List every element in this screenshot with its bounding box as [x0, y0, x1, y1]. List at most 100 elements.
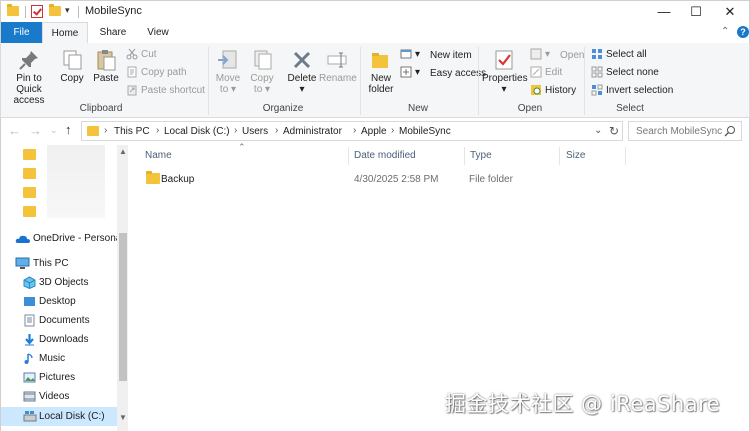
nav-item-onedrive[interactable]: OneDrive - Persona [1, 229, 121, 248]
back-arrow-icon[interactable]: ← [8, 123, 21, 138]
refresh-icon[interactable]: ↻ [609, 124, 619, 138]
properties-quick-access-icon[interactable] [31, 5, 43, 18]
chevron-right-icon[interactable]: › [234, 125, 237, 136]
customize-quick-access-icon[interactable]: ▾ [65, 5, 70, 16]
tab-file[interactable]: File [1, 22, 42, 43]
edit-label: Edit [545, 67, 563, 78]
document-icon [24, 314, 35, 327]
column-divider[interactable] [559, 147, 560, 165]
nav-label: Videos [39, 391, 70, 402]
folder-icon[interactable] [23, 168, 36, 179]
file-name: Backup [161, 174, 195, 185]
properties-button[interactable]: Properties ▾ [482, 49, 528, 95]
search-input[interactable]: Search MobileSync [636, 126, 722, 137]
copy-label: Copy [60, 73, 84, 84]
recent-locations-icon[interactable]: ⌄ [50, 125, 58, 136]
forward-arrow-icon[interactable]: → [29, 123, 42, 138]
nav-item-music[interactable]: Music [1, 349, 117, 368]
column-divider[interactable] [625, 147, 626, 165]
breadcrumb-administrator[interactable]: Administrator [283, 126, 342, 137]
breadcrumb-local-disk[interactable]: Local Disk (C:) [164, 126, 230, 137]
nav-item-3d-objects[interactable]: 3D Objects [1, 273, 117, 292]
folder-icon[interactable] [23, 206, 36, 217]
nav-item-desktop[interactable]: Desktop [1, 292, 117, 311]
help-icon[interactable]: ? [737, 26, 749, 38]
rename-button[interactable]: Rename [319, 49, 357, 84]
table-row[interactable]: Backup 4/30/2025 2:58 PM File folder [138, 169, 698, 189]
breadcrumb-apple[interactable]: Apple [361, 126, 387, 137]
address-bar[interactable]: › This PC › Local Disk (C:) › Users › Ad… [81, 121, 623, 141]
scroll-thumb[interactable] [119, 233, 127, 381]
address-dropdown-icon[interactable]: ⌄ [594, 125, 602, 136]
select-group-label: Select [616, 103, 644, 114]
column-divider[interactable] [348, 147, 349, 165]
chevron-right-icon[interactable]: › [391, 125, 394, 136]
pin-to-quick-access-button[interactable]: Pin to Quick access [3, 49, 55, 106]
history-label: History [545, 85, 577, 96]
tab-home[interactable]: Home [42, 22, 88, 43]
breadcrumb-mobilesync[interactable]: MobileSync [399, 126, 451, 137]
column-header-size[interactable]: Size [566, 150, 585, 161]
delete-dropdown-icon[interactable]: ▾ [286, 84, 318, 95]
copy-icon [63, 50, 82, 70]
move-to-button[interactable]: Move to ▾ [213, 49, 243, 95]
copy-button[interactable]: Copy [58, 49, 86, 84]
open-group-label: Open [517, 103, 543, 114]
up-arrow-icon[interactable]: ↑ [65, 122, 72, 137]
move-to-icon [218, 50, 237, 69]
paste-icon [97, 50, 116, 71]
title-bar: ▾ MobileSync — ☐ ✕ [0, 0, 750, 22]
nav-item-downloads[interactable]: Downloads [1, 330, 117, 349]
new-folder-button[interactable]: New folder [365, 49, 397, 95]
nav-item-documents[interactable]: Documents [1, 311, 117, 330]
video-icon [23, 391, 36, 402]
delete-button[interactable]: Delete ▾ [286, 49, 318, 95]
column-divider[interactable] [464, 147, 465, 165]
new-folder-label-line2: folder [368, 84, 394, 95]
nav-item-pictures[interactable]: Pictures [1, 368, 117, 387]
search-icon[interactable] [724, 125, 736, 137]
monitor-icon [15, 257, 30, 269]
download-icon [25, 334, 34, 346]
nav-label: This PC [33, 258, 69, 269]
column-header-name[interactable]: Name [145, 150, 172, 161]
column-header-type[interactable]: Type [470, 150, 492, 161]
new-folder-icon [372, 53, 388, 68]
drive-icon [23, 411, 37, 422]
search-box[interactable]: Search MobileSync [628, 121, 742, 141]
folder-icon[interactable] [23, 187, 36, 198]
navigation-pane: OneDrive - Persona This PC 3D Objects De… [0, 145, 128, 431]
open-label: Open ▾ [545, 49, 585, 61]
folder-icon[interactable] [23, 149, 36, 160]
breadcrumb-this-pc[interactable]: This PC [114, 126, 150, 137]
ribbon-tabs: File Home Share View ⌃ ? [0, 22, 750, 43]
close-button[interactable]: ✕ [715, 3, 745, 21]
separator [360, 47, 361, 115]
properties-dropdown-icon[interactable]: ▾ [482, 84, 526, 95]
tab-view[interactable]: View [138, 22, 178, 43]
new-folder-quick-access-icon[interactable] [49, 4, 61, 16]
column-header-date-modified[interactable]: Date modified [354, 150, 416, 161]
copy-to-button[interactable]: Copy to ▾ [247, 49, 277, 95]
chevron-right-icon[interactable]: › [275, 125, 278, 136]
paste-button[interactable]: Paste [91, 49, 121, 84]
breadcrumb-users[interactable]: Users [242, 126, 268, 137]
scroll-down-icon[interactable]: ▼ [119, 413, 127, 422]
nav-item-this-pc[interactable]: This PC [1, 254, 117, 273]
paste-shortcut-label: Paste shortcut [141, 85, 205, 96]
history-icon [531, 85, 541, 95]
chevron-up-icon[interactable]: ⌃ [721, 26, 729, 37]
nav-item-videos[interactable]: Videos [1, 387, 117, 406]
chevron-right-icon[interactable]: › [156, 125, 159, 136]
open-icon [530, 48, 542, 60]
nav-label: Downloads [39, 334, 89, 345]
sort-ascending-icon: ⌃ [238, 142, 246, 152]
tab-share[interactable]: Share [93, 22, 133, 43]
chevron-right-icon[interactable]: › [353, 125, 356, 136]
scroll-up-icon[interactable]: ▲ [119, 147, 127, 156]
minimize-button[interactable]: — [649, 3, 679, 21]
maximize-button[interactable]: ☐ [681, 3, 711, 21]
chevron-right-icon[interactable]: › [104, 125, 107, 136]
navigation-pane-scrollbar[interactable]: ▲ ▼ [117, 145, 128, 431]
nav-item-local-disk[interactable]: Local Disk (C:) [1, 407, 117, 426]
